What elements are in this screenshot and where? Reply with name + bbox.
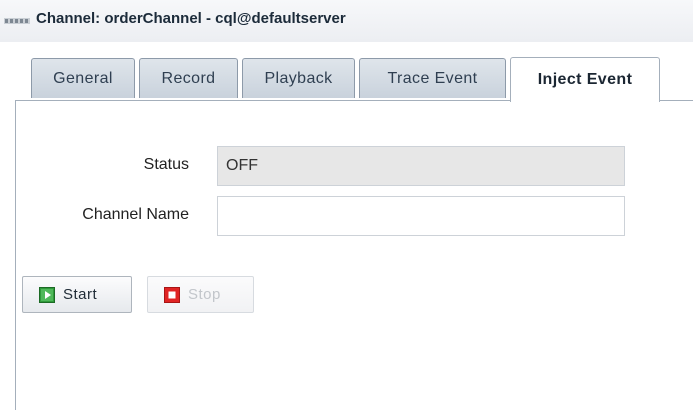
channel-name-field[interactable] [217, 196, 625, 236]
channel-icon [4, 18, 30, 24]
tab-panel-border-left [15, 100, 16, 410]
tab-trace-event[interactable]: Trace Event [359, 58, 506, 98]
tab-playback[interactable]: Playback [242, 58, 355, 98]
play-icon [39, 286, 55, 303]
status-label: Status [143, 156, 189, 173]
page-title: Channel: orderChannel - cql@defaultserve… [36, 10, 346, 27]
title-bar: Channel: orderChannel - cql@defaultserve… [0, 0, 693, 42]
start-button[interactable]: Start [22, 276, 132, 313]
status-field: OFF [217, 146, 625, 186]
stop-icon [164, 286, 180, 303]
tab-inject-event[interactable]: Inject Event [510, 57, 660, 102]
channel-name-label: Channel Name [82, 206, 189, 223]
tab-record[interactable]: Record [139, 58, 238, 98]
stop-button[interactable]: Stop [147, 276, 254, 313]
stop-button-label: Stop [188, 286, 221, 303]
start-button-label: Start [63, 286, 98, 303]
tab-general[interactable]: General [31, 58, 135, 98]
